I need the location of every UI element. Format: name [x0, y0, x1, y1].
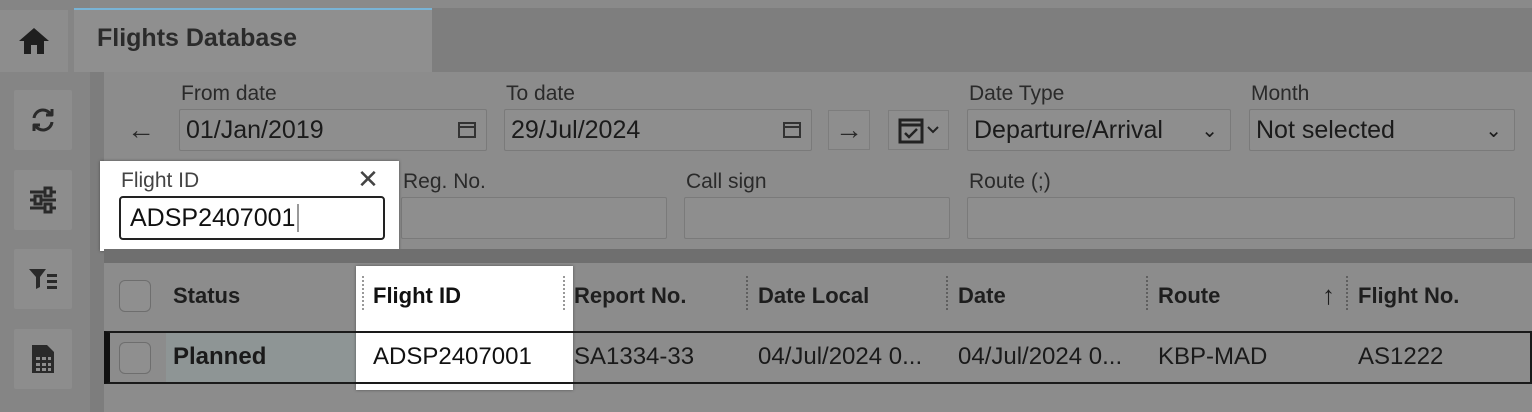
- select-all-checkbox[interactable]: [119, 280, 151, 312]
- month-select[interactable]: Not selected ⌄: [1249, 109, 1515, 151]
- home-button[interactable]: [0, 10, 68, 72]
- calendar-icon[interactable]: [458, 120, 476, 138]
- date-type-label: Date Type: [969, 82, 1065, 105]
- month-value: Not selected: [1256, 115, 1395, 144]
- grid-divider: [104, 249, 1532, 263]
- row-report-no: SA1334-33: [574, 343, 695, 370]
- date-type-value: Departure/Arrival: [974, 115, 1163, 144]
- from-date-value: 01/Jan/2019: [186, 115, 324, 144]
- column-header-route[interactable]: Route: [1158, 283, 1220, 309]
- row-status: Planned: [173, 343, 267, 370]
- flight-id-filter-input[interactable]: ADSP2407001: [119, 196, 385, 240]
- flight-id-filter-value: ADSP2407001: [130, 203, 296, 232]
- column-resize-handle[interactable]: [563, 276, 565, 310]
- row-flight-id: ADSP2407001: [373, 343, 532, 370]
- spreadsheet-icon: [28, 344, 58, 374]
- route-label: Route (;): [969, 170, 1051, 193]
- row-border: [356, 331, 573, 333]
- spreadsheet-button[interactable]: [14, 329, 72, 389]
- column-header-date-local[interactable]: Date Local: [758, 283, 869, 309]
- text-caret: [297, 204, 300, 232]
- column-resize-handle[interactable]: [362, 276, 364, 310]
- to-date-label: To date: [506, 82, 575, 105]
- column-resize-handle[interactable]: [1146, 276, 1148, 310]
- column-header-flight-id[interactable]: Flight ID: [373, 283, 461, 309]
- row-date-local: 04/Jul/2024 0...: [758, 343, 923, 370]
- row-date: 04/Jul/2024 0...: [958, 343, 1123, 370]
- refresh-icon: [28, 105, 58, 135]
- to-date-value: 29/Jul/2024: [511, 115, 641, 144]
- home-icon: [17, 24, 51, 58]
- next-period-button[interactable]: →: [828, 110, 870, 150]
- filter-list-button[interactable]: [14, 249, 72, 309]
- call-sign-label: Call sign: [686, 170, 767, 193]
- chevron-down-icon: ⌄: [1485, 120, 1502, 142]
- date-type-select[interactable]: Departure/Arrival ⌄: [967, 109, 1231, 151]
- filter-list-icon: [28, 264, 58, 294]
- column-header-flight-no[interactable]: Flight No.: [1358, 283, 1459, 309]
- arrow-left-icon: ←: [127, 114, 155, 145]
- call-sign-input[interactable]: [684, 197, 950, 239]
- sliders-icon: [28, 185, 58, 215]
- reg-no-input[interactable]: [401, 197, 667, 239]
- month-label: Month: [1251, 82, 1310, 105]
- calendar-icon[interactable]: [783, 120, 801, 138]
- column-header-date[interactable]: Date: [958, 283, 1006, 309]
- from-date-input[interactable]: 01/Jan/2019: [179, 109, 487, 151]
- calendar-preset-dropdown[interactable]: [888, 110, 949, 150]
- previous-period-button[interactable]: ←: [120, 110, 162, 150]
- column-resize-handle[interactable]: [746, 276, 748, 310]
- flight-id-filter-label: Flight ID: [121, 169, 200, 192]
- column-resize-handle[interactable]: [946, 276, 948, 310]
- column-header-report-no[interactable]: Report No.: [574, 283, 686, 309]
- row-checkbox[interactable]: [119, 342, 151, 374]
- reg-no-label: Reg. No.: [403, 170, 486, 193]
- row-route: KBP-MAD: [1158, 343, 1268, 370]
- column-header-status[interactable]: Status: [173, 283, 240, 309]
- close-icon[interactable]: ✕: [356, 166, 380, 192]
- row-border: [356, 382, 573, 384]
- column-resize-handle[interactable]: [1346, 276, 1348, 310]
- to-date-input[interactable]: 29/Jul/2024: [504, 109, 812, 151]
- settings-sliders-button[interactable]: [14, 170, 72, 230]
- tab-title: Flights Database: [97, 24, 298, 52]
- calendar-check-icon: [898, 118, 939, 144]
- from-date-label: From date: [181, 82, 277, 105]
- chevron-down-icon: ⌄: [1201, 120, 1218, 142]
- row-flight-no: AS1222: [1358, 343, 1444, 370]
- refresh-button[interactable]: [14, 90, 72, 150]
- arrow-right-icon: →: [835, 114, 863, 145]
- route-input[interactable]: [967, 197, 1515, 239]
- sort-ascending-icon[interactable]: ↑: [1322, 280, 1335, 311]
- tab-strip: [432, 8, 1532, 72]
